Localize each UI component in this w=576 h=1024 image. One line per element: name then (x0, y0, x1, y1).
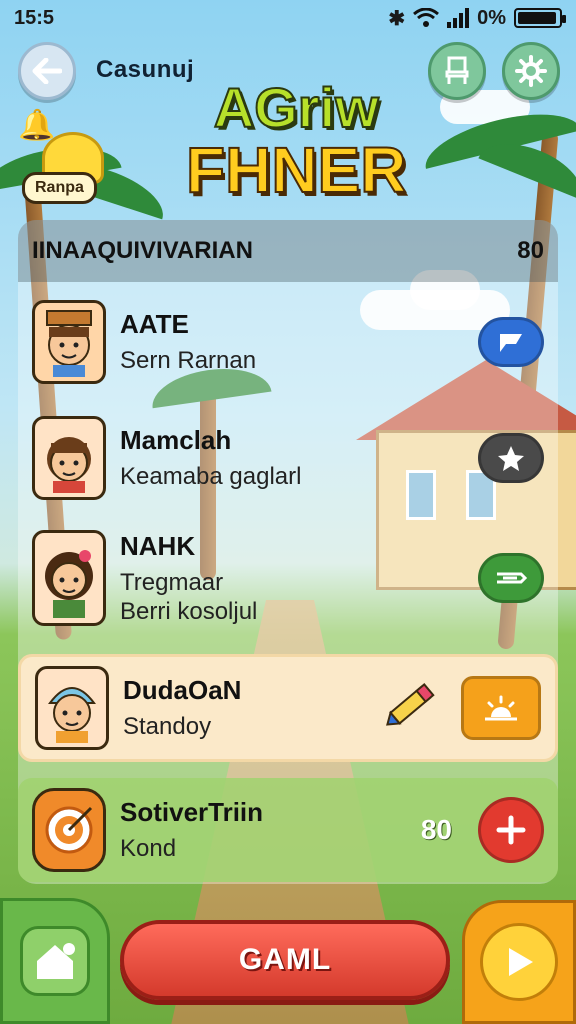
reward-subtitle: Kond (120, 835, 177, 863)
character-name: AATE (120, 309, 189, 340)
character-name: DudaOaN (123, 675, 242, 706)
character-subtitle: Keamaba gaglarl (120, 463, 302, 491)
avatar (32, 300, 106, 384)
list-item[interactable]: NAHK Tregmaar Berri kosoljul (18, 522, 558, 634)
battery-percent: 0% (477, 6, 506, 29)
status-time: 15:5 (14, 6, 55, 29)
status-bar: 15:5 ✱ 0% (0, 0, 576, 36)
tag-icon (497, 572, 527, 584)
sunrise-button[interactable] (461, 676, 541, 740)
chat-bubble-icon (500, 334, 522, 352)
play-button[interactable] (462, 900, 576, 1024)
logo-line-2: FHNER (185, 134, 407, 206)
play-icon (509, 948, 533, 976)
back-button[interactable] (18, 42, 76, 100)
character-subtitle: Standoy (123, 713, 212, 741)
shop-button[interactable] (428, 42, 486, 100)
plus-icon (496, 815, 526, 845)
arrow-left-icon (32, 58, 62, 84)
add-button[interactable] (478, 797, 544, 863)
panel-header: IINAAQUIVIVARIAN 80 (18, 220, 558, 282)
list-item-selected[interactable]: DudaOaN Standoy (18, 654, 558, 762)
avatar (32, 416, 106, 500)
gear-icon (515, 55, 547, 87)
avatar (35, 666, 109, 750)
home-icon (37, 943, 75, 979)
pencil-icon[interactable] (381, 678, 441, 739)
bell-icon: 🔔 (18, 109, 56, 142)
tag-button[interactable] (478, 553, 544, 603)
home-button[interactable] (0, 898, 110, 1024)
game-logo: AGriw FHNER (185, 76, 407, 206)
game-button[interactable]: GAML (120, 920, 450, 1000)
puzzle-icon (498, 446, 524, 471)
bluetooth-icon: ✱ (388, 7, 406, 30)
reward-value: 80 (420, 814, 452, 845)
avatar (32, 530, 106, 626)
target-badge (32, 788, 106, 872)
wifi-icon (413, 8, 440, 27)
logo-line-1: AGriw (213, 76, 380, 139)
list-item[interactable]: AATE Sern Rarnan (18, 294, 558, 390)
speech-badge: Ranpa (22, 172, 97, 204)
character-subtitle: Tregmaar (120, 569, 224, 597)
settings-button[interactable] (502, 42, 560, 100)
character-subtitle: Sern Rarnan (120, 347, 257, 375)
signal-icon (447, 8, 470, 28)
character-name: NAHK (120, 531, 196, 562)
list-item[interactable]: Mamclah Keamaba gaglarl (18, 410, 558, 506)
screen-title: Casunuj (96, 56, 195, 83)
puzzle-button[interactable] (478, 433, 544, 483)
target-icon (45, 806, 93, 854)
reward-name: SotiverTriin (120, 797, 264, 828)
sunrise-icon (485, 695, 517, 721)
chat-button[interactable] (478, 317, 544, 367)
list-item[interactable]: SotiverTriin Kond 80 (18, 778, 558, 882)
character-subtitle-2: Berri kosoljul (120, 597, 258, 625)
character-name: Mamclah (120, 425, 232, 456)
panel-heading: IINAAQUIVIVARIAN (32, 237, 253, 264)
panel-heading-value: 80 (517, 237, 544, 264)
chair-icon (445, 56, 469, 84)
battery-icon (514, 8, 566, 28)
